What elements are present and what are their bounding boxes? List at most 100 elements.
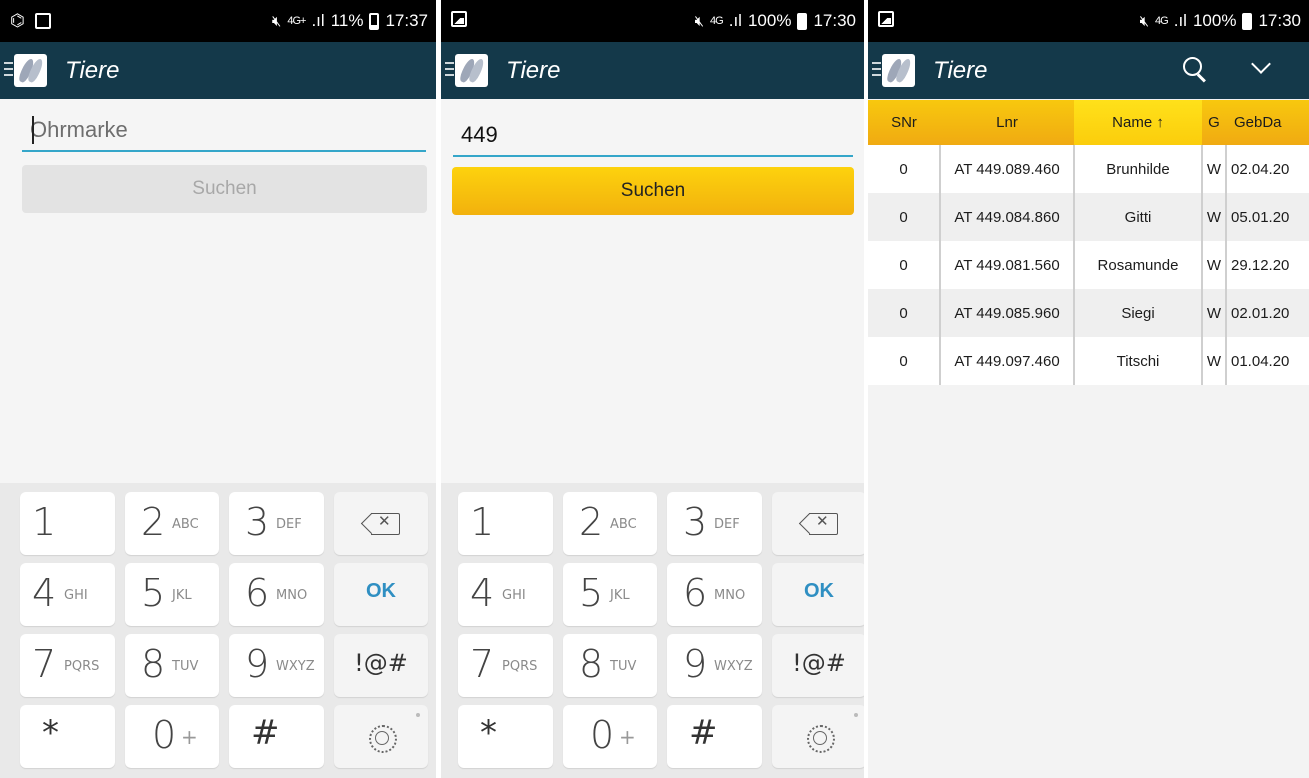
menu-icon[interactable] (4, 62, 13, 78)
key-seven[interactable]: 7 PQRS (458, 634, 553, 697)
key-letters: ABC (172, 517, 199, 532)
column-header-lnr[interactable]: Lnr (940, 100, 1074, 145)
image-notification-icon (878, 11, 894, 27)
cell-gebda: 01.04.20 (1225, 337, 1309, 385)
key-two[interactable]: 2 ABC (563, 492, 657, 555)
key-star[interactable]: * (20, 705, 115, 768)
key-four[interactable]: 4 GHI (20, 563, 115, 626)
key-letters: ABC (610, 517, 637, 532)
battery-icon (1242, 12, 1253, 30)
ok-label: OK (804, 580, 834, 602)
column-header-g[interactable]: G (1202, 100, 1226, 145)
signal-icon: .ıl (311, 11, 325, 30)
symbols-label: !@# (792, 649, 846, 677)
search-button[interactable]: Suchen (452, 167, 854, 215)
cell-gebda: 02.04.20 (1225, 145, 1309, 193)
search-button[interactable]: Suchen (22, 165, 427, 213)
app-bar: Tiere (868, 42, 1309, 99)
animals-table: SNr Lnr Name ↑ G GebDa 0 AT 449.089.460 Br… (868, 100, 1309, 385)
key-three[interactable]: 3 DEF (667, 492, 762, 555)
phone-screen-2: 🔇︎ 4G .ıl 100% 17:30 Tiere Suchen 1 2 ABC 3… (441, 0, 864, 778)
key-eight[interactable]: 8 TUV (125, 634, 219, 697)
symbols-key[interactable]: !@# (772, 634, 864, 697)
column-header-snr[interactable]: SNr (868, 100, 940, 145)
backspace-key[interactable]: ✕ (334, 492, 428, 555)
key-digit: 5 (141, 571, 166, 615)
ear-tag-input[interactable] (22, 110, 426, 150)
ok-key[interactable]: OK (772, 563, 864, 626)
key-six[interactable]: 6 MNO (229, 563, 324, 626)
status-bar: ⌬ 🔇︎ 4G+ .ıl 11% 17:37 (0, 0, 436, 42)
mute-icon: 🔇︎ (271, 12, 282, 30)
ear-tag-input[interactable] (453, 115, 853, 155)
key-two[interactable]: 2 ABC (125, 492, 219, 555)
table-row[interactable]: 0 AT 449.084.860 Gitti W 05.01.20 (868, 193, 1309, 241)
key-nine[interactable]: 9 WXYZ (229, 634, 324, 697)
settings-key[interactable] (334, 705, 428, 768)
key-letters: TUV (172, 659, 199, 674)
clock: 17:37 (385, 11, 428, 30)
key-five[interactable]: 5 JKL (563, 563, 657, 626)
cell-lnr: AT 449.089.460 (939, 145, 1075, 193)
cell-gebda: 05.01.20 (1225, 193, 1309, 241)
key-letters: + (181, 725, 198, 749)
checkbox-notification-icon (34, 13, 51, 29)
page-title: Tiere (933, 57, 988, 84)
signal-icon: .ıl (1173, 11, 1187, 30)
menu-icon[interactable] (872, 62, 881, 78)
phone-screen-3: 🔇︎ 4G .ıl 100% 17:30 Tiere SNr Lnr Name … (868, 0, 1309, 778)
table-row[interactable]: 0 AT 449.085.960 Siegi W 02.01.20 (868, 289, 1309, 337)
table-row[interactable]: 0 AT 449.097.460 Titschi W 01.04.20 (868, 337, 1309, 385)
cell-lnr: AT 449.081.560 (939, 241, 1075, 289)
battery-percent: 11% (330, 11, 364, 30)
cell-name: Rosamunde (1074, 241, 1202, 289)
gear-icon (367, 723, 397, 753)
cell-gebda: 02.01.20 (1225, 289, 1309, 337)
battery-percent: 100% (1192, 11, 1237, 30)
cell-lnr: AT 449.084.860 (939, 193, 1075, 241)
key-six[interactable]: 6 MNO (667, 563, 762, 626)
key-digit: * (480, 713, 497, 753)
backspace-key[interactable]: ✕ (772, 492, 864, 555)
backspace-icon: ✕ (798, 512, 838, 535)
column-header-name[interactable]: Name ↑ (1074, 100, 1202, 145)
network-type: 4G (710, 15, 724, 27)
dot-indicator (854, 713, 858, 717)
ok-key[interactable]: OK (334, 563, 428, 626)
app-bar: Tiere (0, 42, 436, 99)
key-digit: 3 (245, 500, 270, 544)
chevron-down-icon[interactable] (1251, 57, 1271, 77)
key-star[interactable]: * (458, 705, 553, 768)
page-title: Tiere (65, 57, 120, 84)
phone-screen-1: ⌬ 🔇︎ 4G+ .ıl 11% 17:37 Tiere Suchen 1 2 AB… (0, 0, 436, 778)
status-bar: 🔇︎ 4G .ıl 100% 17:30 (441, 0, 864, 42)
key-nine[interactable]: 9 WXYZ (667, 634, 762, 697)
key-digit: 1 (32, 500, 57, 544)
key-digit: 6 (245, 571, 270, 615)
key-seven[interactable]: 7 PQRS (20, 634, 115, 697)
key-hash[interactable]: # (667, 705, 762, 768)
key-four[interactable]: 4 GHI (458, 563, 553, 626)
key-zero[interactable]: 0 + (563, 705, 657, 768)
key-digit: 1 (470, 500, 495, 544)
key-three[interactable]: 3 DEF (229, 492, 324, 555)
menu-icon[interactable] (445, 62, 454, 78)
key-digit: 8 (579, 642, 604, 686)
table-row[interactable]: 0 AT 449.081.560 Rosamunde W 29.12.20 (868, 241, 1309, 289)
cell-g: W (1201, 193, 1226, 241)
cell-name: Titschi (1074, 337, 1202, 385)
table-row[interactable]: 0 AT 449.089.460 Brunhilde W 02.04.20 (868, 145, 1309, 193)
key-letters: JKL (172, 588, 192, 603)
column-header-gebda[interactable]: GebDa (1226, 100, 1309, 145)
search-icon[interactable] (1183, 57, 1207, 81)
symbols-key[interactable]: !@# (334, 634, 428, 697)
key-hash[interactable]: # (229, 705, 324, 768)
key-zero[interactable]: 0 + (125, 705, 219, 768)
dot-indicator (416, 713, 420, 717)
key-eight[interactable]: 8 TUV (563, 634, 657, 697)
settings-key[interactable] (772, 705, 864, 768)
key-five[interactable]: 5 JKL (125, 563, 219, 626)
key-one[interactable]: 1 (20, 492, 115, 555)
key-one[interactable]: 1 (458, 492, 553, 555)
cell-g: W (1201, 241, 1226, 289)
